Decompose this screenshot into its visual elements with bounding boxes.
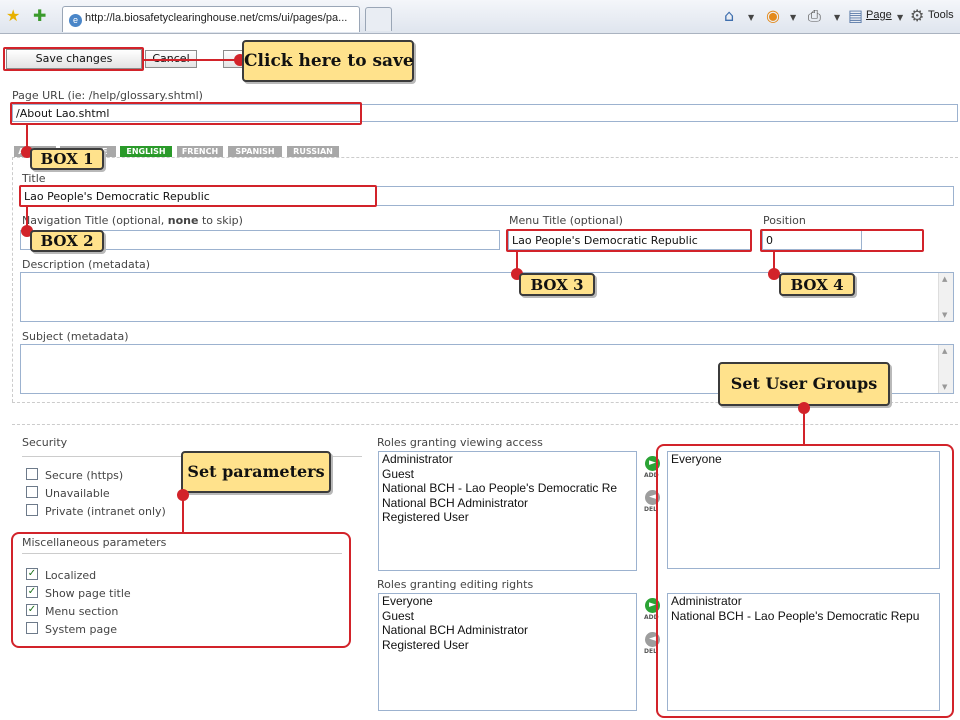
scroll-down-icon[interactable]: ▼: [942, 383, 947, 391]
new-tab-button[interactable]: [365, 7, 392, 31]
description-label: Description (metadata): [22, 258, 151, 271]
box3-callout: BOX 3: [519, 273, 595, 296]
viewing-roles-title: Roles granting viewing access: [377, 436, 543, 449]
browser-url: http://la.biosafetyclearinghouse.net/cms…: [85, 12, 348, 24]
scroll-down-icon[interactable]: ▼: [942, 311, 947, 319]
favorites-star-icon[interactable]: ★: [6, 8, 20, 24]
secure-checkbox[interactable]: [26, 468, 38, 480]
box2-callout: BOX 2: [30, 230, 104, 252]
list-item[interactable]: Registered User: [379, 510, 636, 525]
position-label: Position: [763, 214, 806, 227]
subject-scrollbar[interactable]: ▲ ▼: [938, 345, 953, 393]
description-scrollbar[interactable]: ▲ ▼: [938, 273, 953, 321]
page-icon: ▤: [848, 6, 864, 25]
lang-tab-french[interactable]: FRENCH: [177, 146, 223, 157]
scroll-up-icon[interactable]: ▲: [942, 347, 947, 355]
box4-highlight: [760, 229, 924, 252]
user-groups-connector-line: [803, 410, 805, 444]
save-highlight-box: [3, 47, 144, 71]
box4-callout: BOX 4: [779, 273, 855, 296]
feeds-icon[interactable]: ◉: [766, 8, 780, 24]
lang-tab-russian[interactable]: RUSSIAN: [287, 146, 339, 157]
list-item[interactable]: National BCH Administrator: [379, 623, 636, 638]
editing-roles-title: Roles granting editing rights: [377, 578, 534, 591]
del-editing-label: DEL: [644, 648, 657, 655]
box3-highlight: [506, 229, 752, 252]
page-dropdown-icon[interactable]: ▼: [897, 13, 903, 22]
home-dropdown-icon[interactable]: ▼: [748, 13, 754, 22]
save-connector-line: [144, 59, 242, 61]
print-dropdown-icon[interactable]: ▼: [834, 13, 840, 22]
user-groups-callout: Set User Groups: [718, 362, 890, 406]
list-item[interactable]: Guest: [379, 609, 636, 624]
browser-toolbar: ★ ✚ e http://la.biosafetyclearinghouse.ne…: [0, 0, 960, 34]
list-item[interactable]: Everyone: [379, 594, 636, 609]
settings-separator: [12, 424, 958, 425]
title-label: Title: [22, 172, 46, 185]
unavailable-label: Unavailable: [45, 487, 110, 500]
page-url-label: Page URL (ie: /help/glossary.shtml): [12, 89, 203, 102]
list-item[interactable]: National BCH Administrator: [379, 496, 636, 511]
ie-page-icon: e: [69, 14, 82, 27]
list-item[interactable]: Administrator: [379, 452, 636, 467]
lang-tab-english[interactable]: ENGLISH: [120, 146, 172, 157]
print-icon[interactable]: ⎙: [808, 8, 821, 24]
user-groups-highlight: [656, 444, 954, 718]
tools-menu[interactable]: Tools: [928, 9, 954, 21]
box1-callout: BOX 1: [30, 148, 104, 170]
parameters-highlight: [11, 532, 351, 648]
menu-title-label: Menu Title (optional): [509, 214, 623, 227]
editing-available-list[interactable]: Everyone Guest National BCH Administrato…: [378, 593, 637, 711]
private-checkbox[interactable]: [26, 504, 38, 516]
feeds-dropdown-icon[interactable]: ▼: [790, 13, 796, 22]
security-title: Security: [22, 436, 68, 449]
secure-label: Secure (https): [45, 469, 124, 482]
add-favorites-icon[interactable]: ✚: [33, 8, 46, 24]
box1-highlight: [10, 102, 362, 125]
lang-tab-spanish[interactable]: SPANISH: [228, 146, 282, 157]
parameters-callout: Set parameters: [181, 451, 331, 493]
box2-highlight: [19, 185, 377, 207]
unavailable-checkbox[interactable]: [26, 486, 38, 498]
list-item[interactable]: Guest: [379, 467, 636, 482]
viewing-available-list[interactable]: Administrator Guest National BCH - Lao P…: [378, 451, 637, 571]
content-frame-top: [12, 157, 958, 158]
list-item[interactable]: Registered User: [379, 638, 636, 653]
list-item[interactable]: National BCH - Lao People's Democratic R…: [379, 481, 636, 496]
page-menu[interactable]: Page: [866, 9, 892, 21]
subject-label: Subject (metadata): [22, 330, 129, 343]
gear-icon: ⚙: [910, 6, 925, 25]
content-frame-left: [12, 157, 13, 402]
home-icon[interactable]: ⌂: [724, 8, 734, 24]
parameters-connector-line: [182, 497, 184, 533]
del-viewing-label: DEL: [644, 506, 657, 513]
private-label: Private (intranet only): [45, 505, 166, 518]
scroll-up-icon[interactable]: ▲: [942, 275, 947, 283]
save-callout: Click here to save: [242, 40, 414, 82]
browser-tab-active[interactable]: e http://la.biosafetyclearinghouse.net/cm…: [62, 6, 360, 32]
nav-title-label: Navigation Title (optional, none to skip…: [22, 214, 243, 227]
